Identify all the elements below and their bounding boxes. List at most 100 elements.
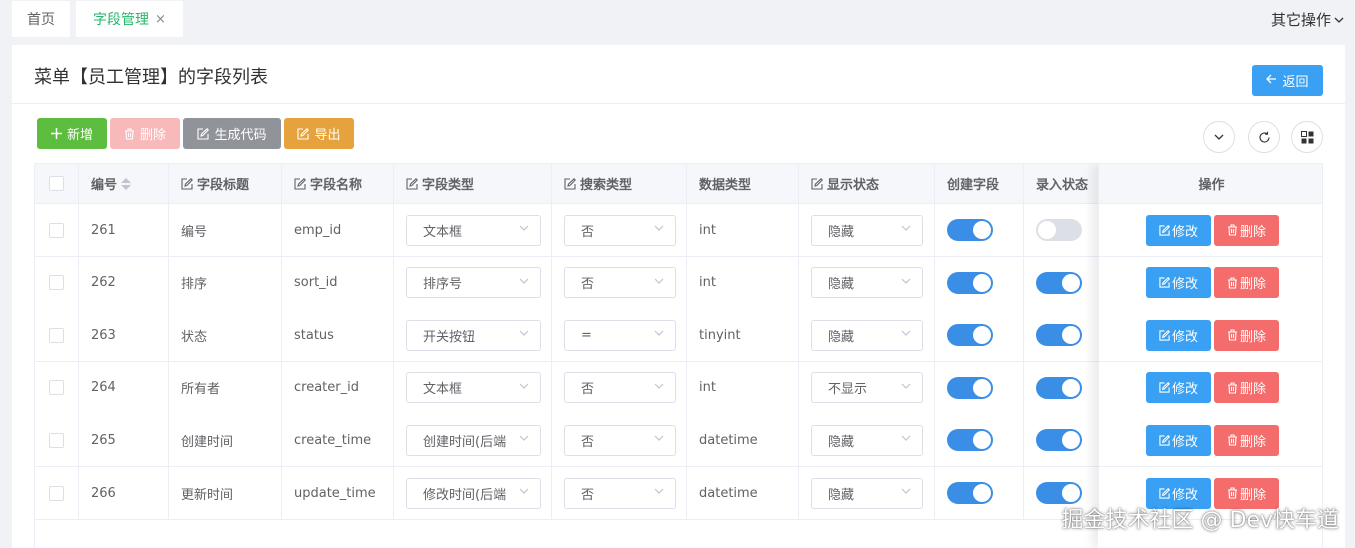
display-status-select[interactable]: 隐藏	[811, 424, 923, 456]
row-checkbox[interactable]	[49, 432, 64, 448]
cell-actions: 修改 删除	[1099, 414, 1322, 466]
export-button[interactable]: 导出	[284, 118, 354, 149]
add-button-label: 新增	[66, 128, 93, 143]
header-entry-status-label: 录入状态	[1036, 178, 1089, 193]
generate-code-button[interactable]: 生成代码	[183, 118, 281, 149]
field-type-select[interactable]: 排序号	[406, 267, 541, 299]
display-status-select[interactable]: 隐藏	[811, 477, 923, 509]
edit-button[interactable]: 修改	[1146, 319, 1211, 351]
tab-bar: 首页 字段管理 × 其它操作	[0, 0, 1355, 40]
row-checkbox[interactable]	[49, 275, 64, 291]
switch-knob	[973, 378, 991, 397]
back-button[interactable]: 返回	[1252, 65, 1323, 96]
search-type-select[interactable]: 否	[564, 372, 676, 404]
row-delete-button[interactable]: 删除	[1214, 424, 1279, 456]
field-type-select[interactable]: 修改时间(后端	[406, 477, 541, 509]
entry-status-switch[interactable]	[1036, 271, 1082, 294]
create-field-switch[interactable]	[947, 376, 993, 399]
select-all-cell	[35, 164, 79, 203]
create-field-switch[interactable]	[947, 482, 993, 504]
cell-search-type: 否	[552, 204, 687, 256]
add-button[interactable]: 新增	[37, 118, 107, 149]
header-id[interactable]: 编号	[79, 164, 169, 203]
row-delete-button[interactable]: 删除	[1214, 267, 1279, 299]
cell-create-field	[935, 361, 1024, 414]
export-button-label: 导出	[314, 128, 341, 143]
cell-field-type: 创建时间(后端	[394, 414, 552, 467]
page-title: 菜单【员工管理】的字段列表	[34, 67, 268, 88]
header-field-name: 字段名称	[282, 164, 394, 203]
edit-icon	[1159, 487, 1170, 499]
create-field-switch[interactable]	[947, 219, 993, 241]
close-icon[interactable]: ×	[155, 12, 166, 27]
entry-status-switch[interactable]	[1036, 429, 1082, 452]
cell-field-type: 文本框	[394, 204, 552, 256]
tab-home[interactable]: 首页	[12, 1, 70, 37]
edit-button[interactable]: 修改	[1146, 372, 1211, 404]
cell-entry-status	[1024, 361, 1099, 414]
cell-id: 263	[79, 309, 169, 362]
edit-button[interactable]: 修改	[1146, 267, 1211, 299]
field-type-select[interactable]: 文本框	[406, 372, 541, 404]
create-field-switch[interactable]	[947, 324, 993, 347]
tab-field-management[interactable]: 字段管理 ×	[76, 1, 183, 37]
search-type-select[interactable]: =	[564, 319, 676, 351]
edit-button[interactable]: 修改	[1146, 214, 1211, 246]
row-delete-button[interactable]: 删除	[1214, 372, 1279, 404]
edit-icon	[406, 177, 418, 190]
column-settings-button[interactable]	[1291, 121, 1323, 153]
cell-entry-status	[1024, 309, 1099, 362]
search-type-select[interactable]: 否	[564, 477, 676, 509]
field-table: 编号 字段标题 字段名称 字段类型 搜索类型 数据类型 显示状态 创建字段 录入…	[34, 163, 1323, 548]
watermark: 掘金技术社区 @ Dev快车道	[1061, 508, 1339, 533]
cell-search-type: 否	[552, 467, 687, 519]
switch-knob	[1062, 273, 1080, 292]
header-field-type: 字段类型	[394, 164, 552, 203]
row-checkbox[interactable]	[49, 380, 64, 396]
create-field-switch[interactable]	[947, 271, 993, 294]
entry-status-switch[interactable]	[1036, 219, 1082, 241]
refresh-icon	[1258, 131, 1270, 143]
sort-icon[interactable]	[121, 177, 132, 190]
cell-display-status: 隐藏	[799, 256, 935, 309]
collapse-search-button[interactable]	[1203, 121, 1235, 153]
cell-actions: 修改 删除	[1099, 362, 1322, 414]
search-type-select[interactable]: 否	[564, 267, 676, 299]
header-create-field-label: 创建字段	[947, 178, 1000, 193]
row-delete-button[interactable]: 删除	[1214, 319, 1279, 351]
edit-button[interactable]: 修改	[1146, 424, 1211, 456]
search-type-value: =	[581, 327, 592, 343]
display-status-select[interactable]: 隐藏	[811, 267, 923, 299]
search-type-select[interactable]: 否	[564, 424, 676, 456]
entry-status-switch[interactable]	[1036, 324, 1082, 347]
cell-id: 266	[79, 467, 169, 519]
switch-knob	[973, 273, 991, 292]
delete-button[interactable]: 删除	[110, 118, 180, 149]
display-status-select[interactable]: 不显示	[811, 372, 923, 404]
cell-data-type: datetime	[687, 467, 799, 519]
entry-status-switch[interactable]	[1036, 482, 1082, 504]
create-field-switch[interactable]	[947, 429, 993, 452]
field-type-select[interactable]: 文本框	[406, 214, 541, 246]
field-type-select[interactable]: 开关按钮	[406, 319, 541, 351]
display-status-select[interactable]: 隐藏	[811, 214, 923, 246]
other-operations-dropdown[interactable]: 其它操作	[1271, 9, 1345, 30]
cell-entry-status	[1024, 256, 1099, 309]
chevron-down-icon	[518, 222, 530, 238]
row-checkbox[interactable]	[49, 485, 64, 501]
row-checkbox[interactable]	[49, 222, 64, 238]
header-data-type-label: 数据类型	[699, 178, 752, 193]
display-status-value: 隐藏	[828, 329, 855, 345]
display-status-select[interactable]: 隐藏	[811, 319, 923, 351]
field-type-select[interactable]: 创建时间(后端	[406, 424, 541, 456]
row-delete-button[interactable]: 删除	[1214, 214, 1279, 246]
other-operations-label: 其它操作	[1270, 11, 1331, 29]
select-all-checkbox[interactable]	[49, 176, 64, 191]
refresh-button[interactable]	[1248, 121, 1280, 153]
chevron-down-icon	[1334, 17, 1344, 23]
trash-icon	[1227, 224, 1238, 236]
search-type-select[interactable]: 否	[564, 214, 676, 246]
entry-status-switch[interactable]	[1036, 376, 1082, 399]
row-checkbox[interactable]	[49, 327, 64, 343]
field-type-value: 修改时间(后端	[423, 487, 507, 503]
